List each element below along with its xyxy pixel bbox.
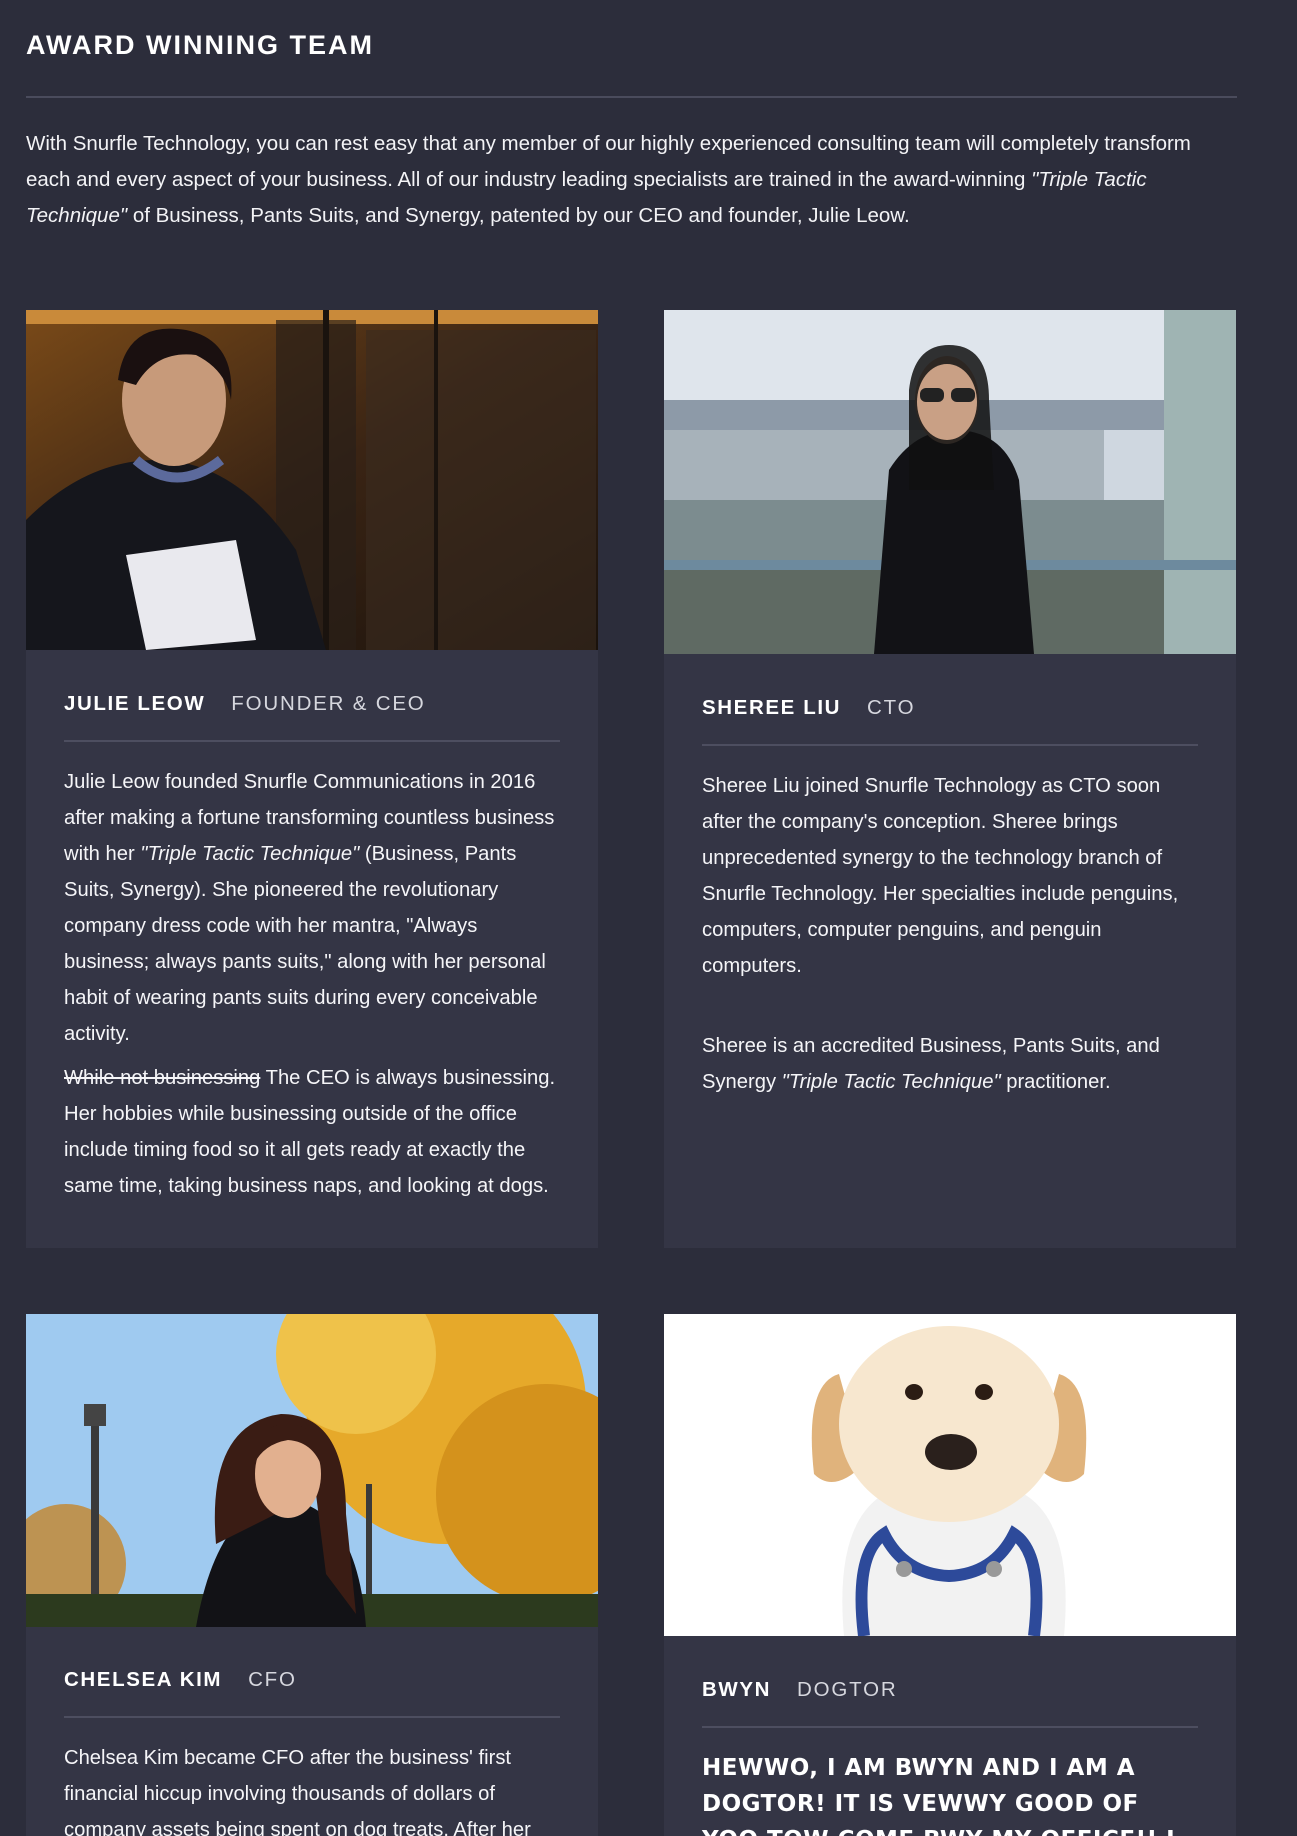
bio-strikethrough: While not businessing bbox=[64, 1067, 261, 1089]
section-divider bbox=[26, 96, 1237, 98]
card-divider bbox=[64, 740, 560, 742]
team-card-sheree-liu: SHEREE LIU CTO Sheree Liu joined Snurfle … bbox=[664, 310, 1236, 1248]
intro-text: With Snurfle Technology, you can rest ea… bbox=[26, 132, 1191, 191]
julie-leow-photo bbox=[26, 310, 598, 650]
chelsea-kim-photo bbox=[26, 1314, 598, 1627]
team-card-chelsea-kim: CHELSEA KIM CFO Chelsea Kim became CFO af… bbox=[26, 1314, 598, 1836]
bio-text-end: (Business, Pants Suits, Synergy). She pi… bbox=[64, 843, 546, 1045]
member-bio-hobbies: While not businessing The CEO is always … bbox=[64, 1060, 564, 1204]
member-role: DOGTOR bbox=[797, 1678, 898, 1701]
member-bio-credentials: Sheree is an accredited Business, Pants … bbox=[702, 1028, 1202, 1100]
member-name: JULIE LEOW bbox=[64, 692, 206, 715]
sheree-liu-photo bbox=[664, 310, 1236, 654]
member-role: CTO bbox=[867, 696, 916, 719]
card-divider bbox=[702, 744, 1198, 746]
card-header: JULIE LEOW FOUNDER & CEO bbox=[64, 692, 560, 716]
bio-text-end: practitioner. bbox=[1000, 1071, 1111, 1093]
bio-emphasis: "Triple Tactic Technique" bbox=[140, 843, 360, 865]
card-header: SHEREE LIU CTO bbox=[702, 696, 1198, 720]
member-role: CFO bbox=[248, 1668, 297, 1691]
member-bio: Julie Leow founded Snurfle Communication… bbox=[64, 764, 564, 1052]
member-role: FOUNDER & CEO bbox=[231, 692, 426, 715]
team-page: AWARD WINNING TEAM With Snurfle Technolo… bbox=[0, 0, 1297, 1836]
bio-emphasis: "Triple Tactic Technique" bbox=[781, 1071, 1001, 1093]
card-header: CHELSEA KIM CFO bbox=[64, 1668, 560, 1692]
member-name: SHEREE LIU bbox=[702, 696, 842, 719]
section-intro: With Snurfle Technology, you can rest ea… bbox=[26, 126, 1237, 234]
member-bio: Sheree Liu joined Snurfle Technology as … bbox=[702, 775, 1179, 977]
section-title: AWARD WINNING TEAM bbox=[26, 30, 374, 60]
card-divider bbox=[702, 1726, 1198, 1728]
team-card-julie-leow: JULIE LEOW FOUNDER & CEO Julie Leow found… bbox=[26, 310, 598, 1248]
card-header: BWYN DOGTOR bbox=[702, 1678, 1198, 1702]
member-bio: Chelsea Kim became CFO after the busines… bbox=[64, 1747, 531, 1836]
card-divider bbox=[64, 1716, 560, 1718]
team-card-bwyn: BWYN DOGTOR HEWWO, I AM BWYN AND I AM A D… bbox=[664, 1314, 1236, 1836]
member-name: CHELSEA KIM bbox=[64, 1668, 223, 1691]
intro-text-end: of Business, Pants Suits, and Synergy, p… bbox=[127, 204, 910, 227]
bwyn-photo bbox=[664, 1314, 1236, 1636]
member-name: BWYN bbox=[702, 1678, 772, 1701]
member-bio: HEWWO, I AM BWYN AND I AM A DOGTOR! IT I… bbox=[702, 1755, 1175, 1836]
